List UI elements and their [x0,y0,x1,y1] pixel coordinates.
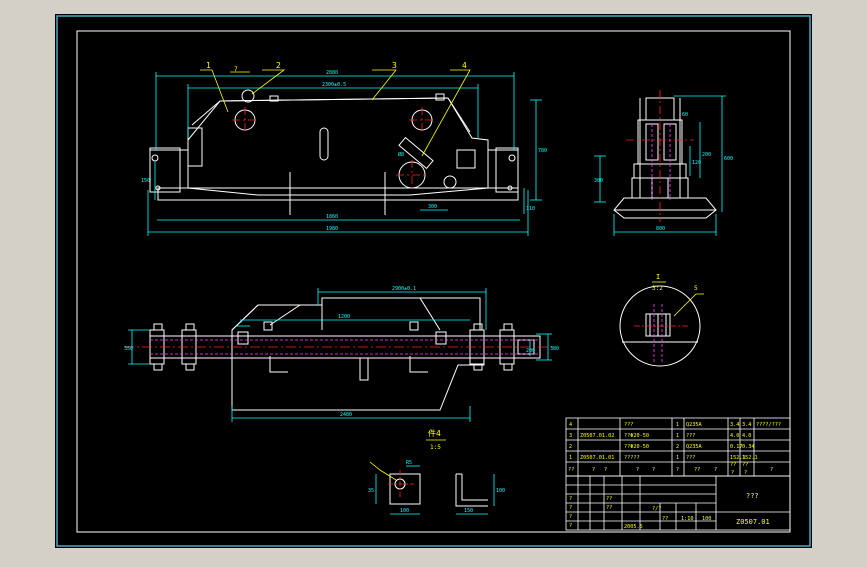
side-dim-small-b: 60 [682,112,688,118]
bom-header-unit: ? [731,470,734,476]
bom-header-weight-total: ?? [742,462,748,468]
title-block-date: 2005.5 [624,524,643,530]
bom-cell-name: ??? [624,422,633,428]
front-dim-right-height: 780 [538,148,547,154]
front-dim-right-small: 110 [526,206,535,212]
bom-cell-total: 4.0 [742,433,751,439]
front-balloon-2: 2 [276,61,281,70]
title-block-name: ??? [746,492,759,500]
bom-header-no: ?? [568,467,574,473]
bom-cell-material: Q235A [686,422,702,428]
part4-title: 件4 [428,428,441,438]
bom-cell-qty: 1 [676,422,679,428]
bom-cell-name: ????? [624,455,640,461]
part4-dim-100-b: 100 [496,488,505,494]
cad-drawing: 1 2 3 4 7 2880 2300±0.5 1860 1980 780 11… [0,0,867,562]
detail-i-scale: 3:2 [652,285,663,292]
bom-cell-name: ??Φ20-50 [624,433,649,439]
bom-cell-total: 0.34 [742,444,755,450]
front-balloon-7: 7 [234,66,238,73]
title-block-label-b: ? [569,505,572,511]
bom-header-material-a: ?? [694,467,700,473]
title-block-count-a: 1:10 [681,516,694,522]
part4-dim-100-a: 100 [400,508,409,514]
bom-header-total: ? [744,470,747,476]
bom-header-qty: ? [676,467,679,473]
plan-dim-top: 2900±0.1 [392,286,416,292]
side-dim-small-a: 120 [692,160,701,166]
title-block-label-c: ? [569,514,572,520]
title-block-label-d: ? [569,523,572,529]
bom-cell-code: Z0507.01.02 [580,433,614,439]
bom-cell-total: 152.1 [742,455,758,461]
plan-dim-right-small: 200 [526,348,535,354]
front-dim-top-inner: 2300±0.5 [322,82,346,88]
title-block-scale-label: ?/? [652,506,661,512]
bom-cell-total: 3.4 [742,422,751,428]
plan-dim-left-h: 350 [124,346,133,352]
bom-header-name-a: ? [636,467,639,473]
front-dim-top-overall: 2880 [326,70,338,76]
front-dim-bottom-b: 1980 [326,226,338,232]
title-block-label-a: ? [569,496,572,502]
bom-cell-material: Q235A [686,444,702,450]
detail-i-leader: 5 [694,285,698,292]
bom-cell-material: ??? [686,455,695,461]
cad-viewport: 1 2 3 4 7 2880 2300±0.5 1860 1980 780 11… [0,0,867,562]
title-block-label-e: ?? [606,496,612,502]
front-balloon-4: 4 [462,61,467,70]
bom-cell-name: ??Φ20-50 [624,444,649,450]
title-block-count-b: 100 [702,516,711,522]
front-dim-bottom-a: 1860 [326,214,338,220]
bom-header-note: ? [770,467,773,473]
front-dim-slot: Ø8 [398,151,404,158]
bom-cell-unit: 3.4 [730,422,739,428]
bom-cell-no: 1 [569,455,572,461]
front-dim-left-height: 150 [141,178,150,184]
front-balloon-1: 1 [206,61,211,70]
plan-dim-overall: 2480 [340,412,352,418]
title-block-label-f: ?? [606,505,612,511]
bom-cell-code: Z0507.01.01 [580,455,614,461]
part4-dim-35: 35 [368,488,374,494]
bom-header-name-b: ? [652,467,655,473]
side-dim-width: 800 [656,226,665,232]
detail-i-label: I [656,273,660,281]
part4-scale: 1:5 [430,444,441,451]
bom-cell-qty: 1 [676,433,679,439]
plan-dim-right-h: 380 [550,346,559,352]
bom-cell-unit: 4.0 [730,433,739,439]
front-balloon-3: 3 [392,61,397,70]
bom-cell-qty: 2 [676,444,679,450]
bom-cell-note: ????/??? [756,422,781,428]
bom-header-material-b: ? [714,467,717,473]
title-block-weight: ?? [662,516,668,522]
part4-dim-150: 150 [464,508,473,514]
side-dim-height-b: 200 [702,152,711,158]
part4-dim-r5: R5 [406,460,412,466]
bom-cell-no: 2 [569,444,572,450]
front-dim-bottom-small: 300 [428,204,437,210]
bom-header-code-b: ? [604,467,607,473]
bom-cell-qty: 1 [676,455,679,461]
bom-cell-no: 3 [569,433,572,439]
bom-cell-unit: 0.17 [730,444,743,450]
bom-cell-no: 4 [569,422,572,428]
bom-cell-material: ??? [686,433,695,439]
plan-dim-mid: 1200 [338,314,350,320]
title-block-drawing-no: Z0507.01 [736,518,770,526]
bom-header-weight-unit: ?? [730,462,736,468]
side-dim-left: 300 [594,178,603,184]
bom-header-code-a: ? [592,467,595,473]
side-dim-height-a: 600 [724,156,733,162]
